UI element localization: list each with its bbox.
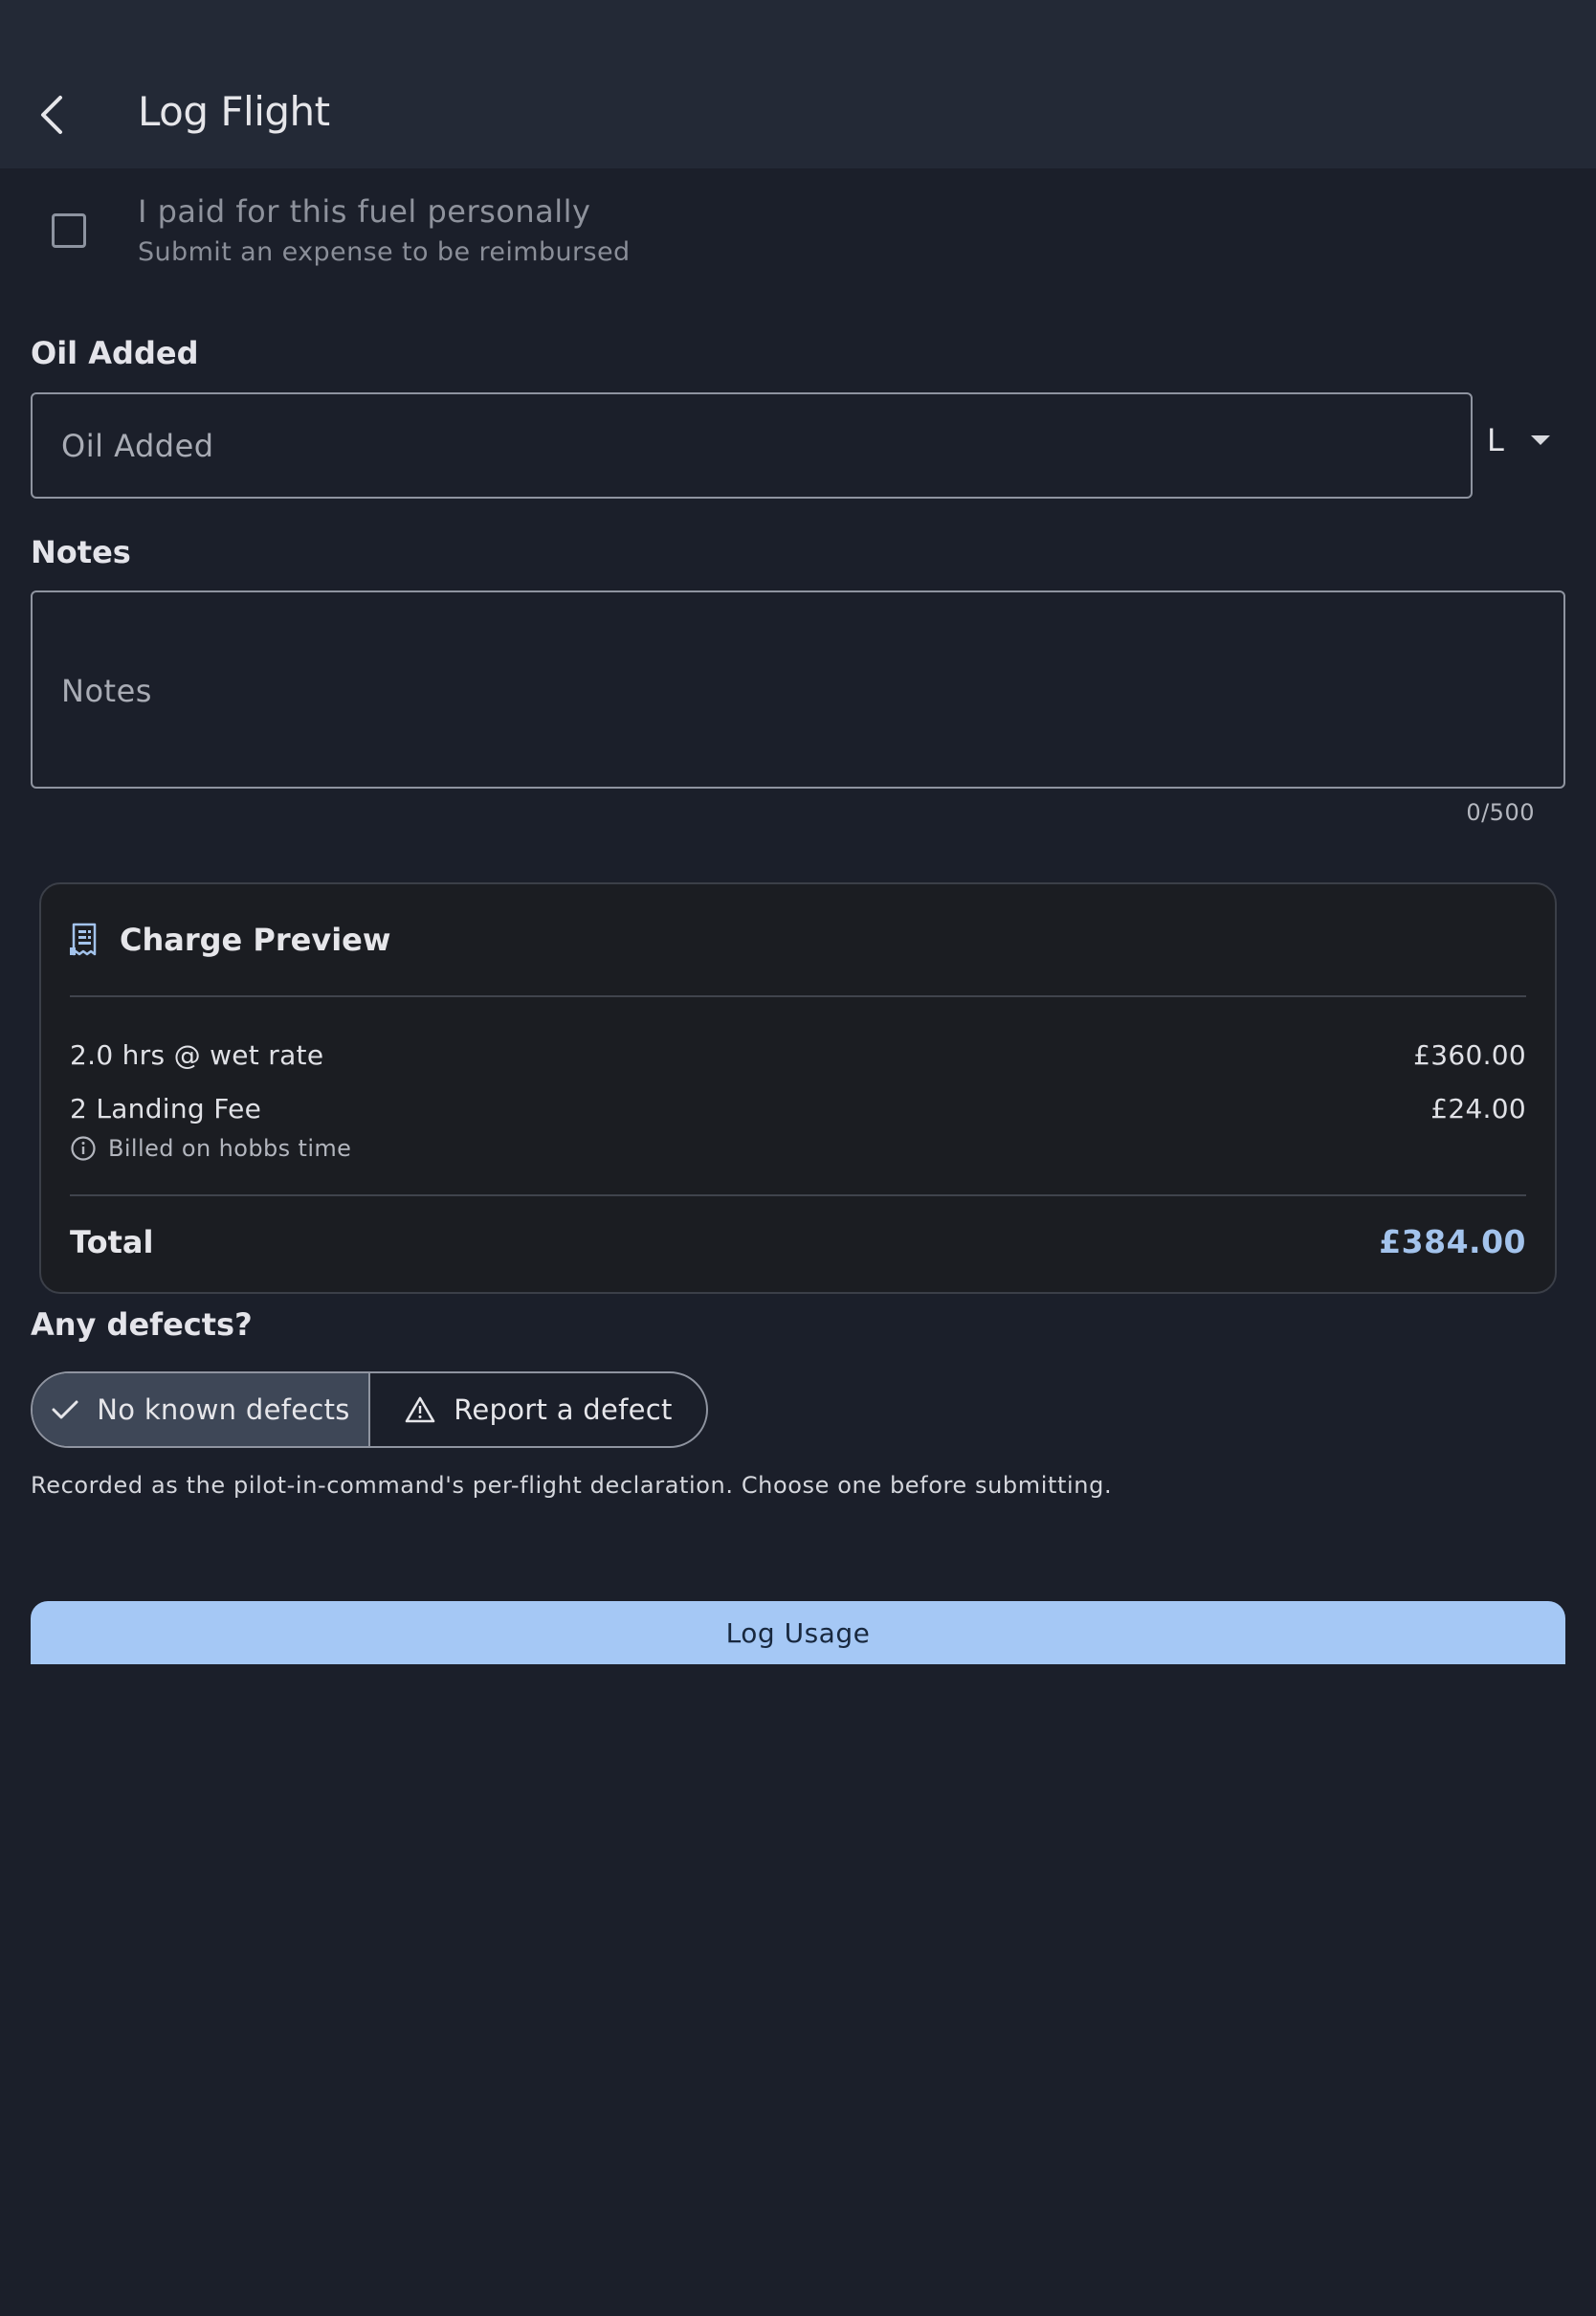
notes-char-counter: 0/500: [1466, 799, 1535, 826]
defects-declaration: Recorded as the pilot-in-command's per-f…: [31, 1472, 1113, 1499]
warning-icon: [405, 1396, 435, 1423]
app-bar: Log Flight: [0, 0, 1596, 168]
info-icon: [71, 1136, 96, 1161]
oil-unit-select[interactable]: L: [1487, 412, 1573, 469]
page-title: Log Flight: [138, 88, 330, 135]
no-defects-label: No known defects: [97, 1393, 350, 1426]
fuel-personal-checkbox[interactable]: [52, 213, 86, 248]
charge-line-amount: £24.00: [1430, 1093, 1526, 1125]
charge-preview-card: Charge Preview 2.0 hrs @ wet rate £360.0…: [39, 882, 1557, 1294]
total-value: £384.00: [1379, 1223, 1526, 1260]
total-row: Total £384.00: [70, 1223, 1526, 1260]
charge-preview-header: Charge Preview: [70, 919, 390, 961]
chevron-left-icon: [41, 96, 62, 134]
report-defect-button[interactable]: Report a defect: [370, 1373, 706, 1446]
total-label: Total: [70, 1223, 154, 1260]
notes-label: Notes: [31, 534, 131, 570]
charge-line-label: 2.0 hrs @ wet rate: [70, 1039, 324, 1071]
billing-note-text: Billed on hobbs time: [108, 1135, 352, 1162]
fuel-personal-row[interactable]: I paid for this fuel personally Submit a…: [0, 188, 1596, 283]
check-icon: [52, 1400, 78, 1419]
fuel-personal-subtitle: Submit an expense to be reimbursed: [138, 237, 631, 267]
back-button[interactable]: [29, 86, 75, 144]
notes-input[interactable]: [31, 590, 1565, 789]
oil-added-input[interactable]: [31, 392, 1473, 499]
divider: [70, 995, 1526, 997]
receipt-icon: [70, 923, 97, 956]
defects-segmented-control: No known defects Report a defect: [31, 1371, 708, 1448]
charge-line: 2.0 hrs @ wet rate £360.00: [70, 1039, 1526, 1071]
charge-line-amount: £360.00: [1413, 1039, 1526, 1071]
charge-line: 2 Landing Fee £24.00: [70, 1093, 1526, 1125]
oil-unit-value: L: [1487, 422, 1504, 458]
oil-added-label: Oil Added: [31, 335, 199, 371]
no-defects-button[interactable]: No known defects: [33, 1373, 370, 1446]
log-usage-button[interactable]: Log Usage: [31, 1601, 1565, 1664]
fuel-personal-title: I paid for this fuel personally: [138, 193, 591, 230]
charge-line-label: 2 Landing Fee: [70, 1093, 262, 1125]
defects-label: Any defects?: [31, 1306, 253, 1343]
report-defect-label: Report a defect: [454, 1393, 673, 1426]
caret-down-icon: [1530, 435, 1550, 445]
divider: [70, 1194, 1526, 1196]
billing-note: Billed on hobbs time: [70, 1135, 351, 1162]
charge-preview-title: Charge Preview: [120, 922, 391, 958]
